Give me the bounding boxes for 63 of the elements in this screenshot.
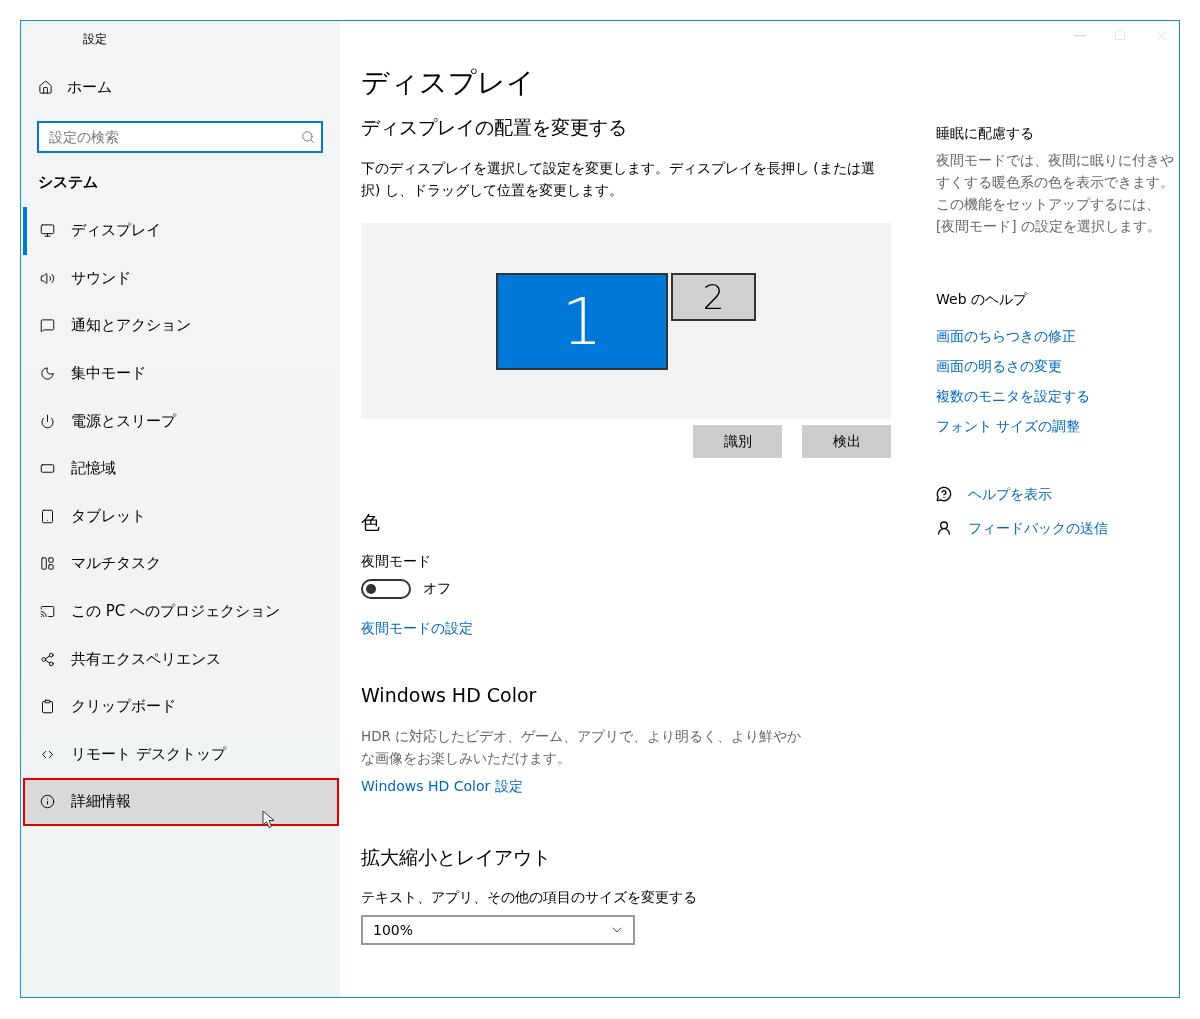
- help-link[interactable]: 画面の明るさの変更: [936, 355, 1062, 377]
- sidebar-item[interactable]: クリップボード: [23, 682, 339, 731]
- toggle-state-text: オフ: [423, 580, 451, 598]
- sidebar-item-icon: [40, 223, 55, 239]
- sidebar-item-icon: [40, 699, 55, 715]
- sidebar-item-icon: [40, 413, 55, 429]
- close-icon[interactable]: [1154, 29, 1169, 44]
- search-field[interactable]: 設定の検索: [37, 121, 323, 153]
- section-heading: Windows HD Color: [361, 683, 538, 708]
- setting-label: 夜間モード: [361, 552, 432, 571]
- section-heading: システム: [37, 172, 99, 193]
- monitor-tile[interactable]: 2: [671, 273, 756, 321]
- description-text: 夜間モードでは、夜間に眠りに付きやすくする暖色系の色を表示できます。この機能をセットアップするには、[夜間モード] の設定を選択します。: [936, 151, 1174, 236]
- sidebar-item[interactable]: 集中モード: [23, 349, 339, 398]
- minimize-icon[interactable]: [1074, 35, 1086, 37]
- sidebar-item[interactable]: リモート デスクトップ: [23, 730, 339, 779]
- search-icon: [301, 130, 315, 144]
- toggle-switch[interactable]: [361, 579, 411, 599]
- help-link[interactable]: ヘルプを表示: [968, 483, 1052, 505]
- mouse-cursor-icon: [262, 810, 276, 831]
- home-icon: [38, 79, 53, 95]
- section-heading: ディスプレイの配置を変更する: [361, 115, 628, 140]
- description-text: HDR に対応したビデオ、ゲーム、アプリで、より明るく、より鮮やかな画像をお楽しみいただけます。: [361, 727, 803, 768]
- sidebar-item[interactable]: 電源とスリープ: [23, 397, 339, 445]
- monitor-tile[interactable]: 1: [496, 273, 668, 370]
- aside-heading: Web のヘルプ: [936, 290, 1029, 309]
- setting-label: テキスト、アプリ、その他の項目のサイズを変更する: [361, 888, 698, 907]
- help-chat-icon: [936, 486, 952, 502]
- sidebar-item-icon: [40, 794, 55, 810]
- sidebar-item-icon: [40, 318, 55, 334]
- sidebar-item[interactable]: 記憶域: [23, 444, 339, 493]
- sidebar-item[interactable]: 共有エクスペリエンス: [23, 635, 339, 683]
- sidebar-item-icon: [40, 270, 55, 286]
- sidebar-item[interactable]: この PC へのプロジェクション: [23, 587, 339, 636]
- help-link[interactable]: フォント サイズの調整: [936, 415, 1081, 437]
- section-heading: 拡大縮小とレイアウト: [361, 845, 552, 870]
- section-heading: 色: [361, 510, 381, 535]
- maximize-icon[interactable]: [1114, 29, 1126, 41]
- sidebar-item[interactable]: タブレット: [23, 492, 339, 541]
- sidebar-item[interactable]: マルチタスク: [23, 540, 339, 588]
- sidebar-item[interactable]: ディスプレイ: [23, 207, 339, 255]
- action-button[interactable]: 識別: [693, 425, 782, 458]
- home-link[interactable]: ホーム: [21, 57, 340, 103]
- description-text: 下のディスプレイを選択して設定を変更します。ディスプレイを長押し (または選択) し、ドラッグして位置を変更します。: [361, 159, 876, 200]
- sidebar-item-icon: [40, 508, 55, 524]
- feedback-person-icon: [936, 520, 952, 536]
- sidebar-item-icon: [40, 604, 55, 620]
- settings-link[interactable]: 夜間モードの設定: [361, 617, 473, 639]
- page-title: ディスプレイ: [361, 65, 536, 101]
- action-button[interactable]: 検出: [802, 425, 891, 458]
- sidebar-item-icon: [40, 366, 55, 382]
- sidebar-item[interactable]: 詳細情報: [23, 778, 339, 826]
- sidebar-item-icon: [40, 556, 55, 572]
- aside-heading: 睡眠に配慮する: [936, 124, 1035, 143]
- sidebar-item-icon: [40, 651, 55, 667]
- help-link[interactable]: 画面のちらつきの修正: [936, 325, 1076, 347]
- window-title: 設定: [82, 31, 108, 48]
- sidebar-item[interactable]: サウンド: [23, 254, 339, 303]
- sidebar-item[interactable]: 通知とアクション: [23, 302, 339, 350]
- help-link[interactable]: フィードバックの送信: [968, 517, 1108, 539]
- scale-dropdown[interactable]: 100%: [361, 915, 635, 945]
- settings-link[interactable]: Windows HD Color 設定: [361, 775, 523, 797]
- help-link[interactable]: 複数のモニタを設定する: [936, 385, 1090, 407]
